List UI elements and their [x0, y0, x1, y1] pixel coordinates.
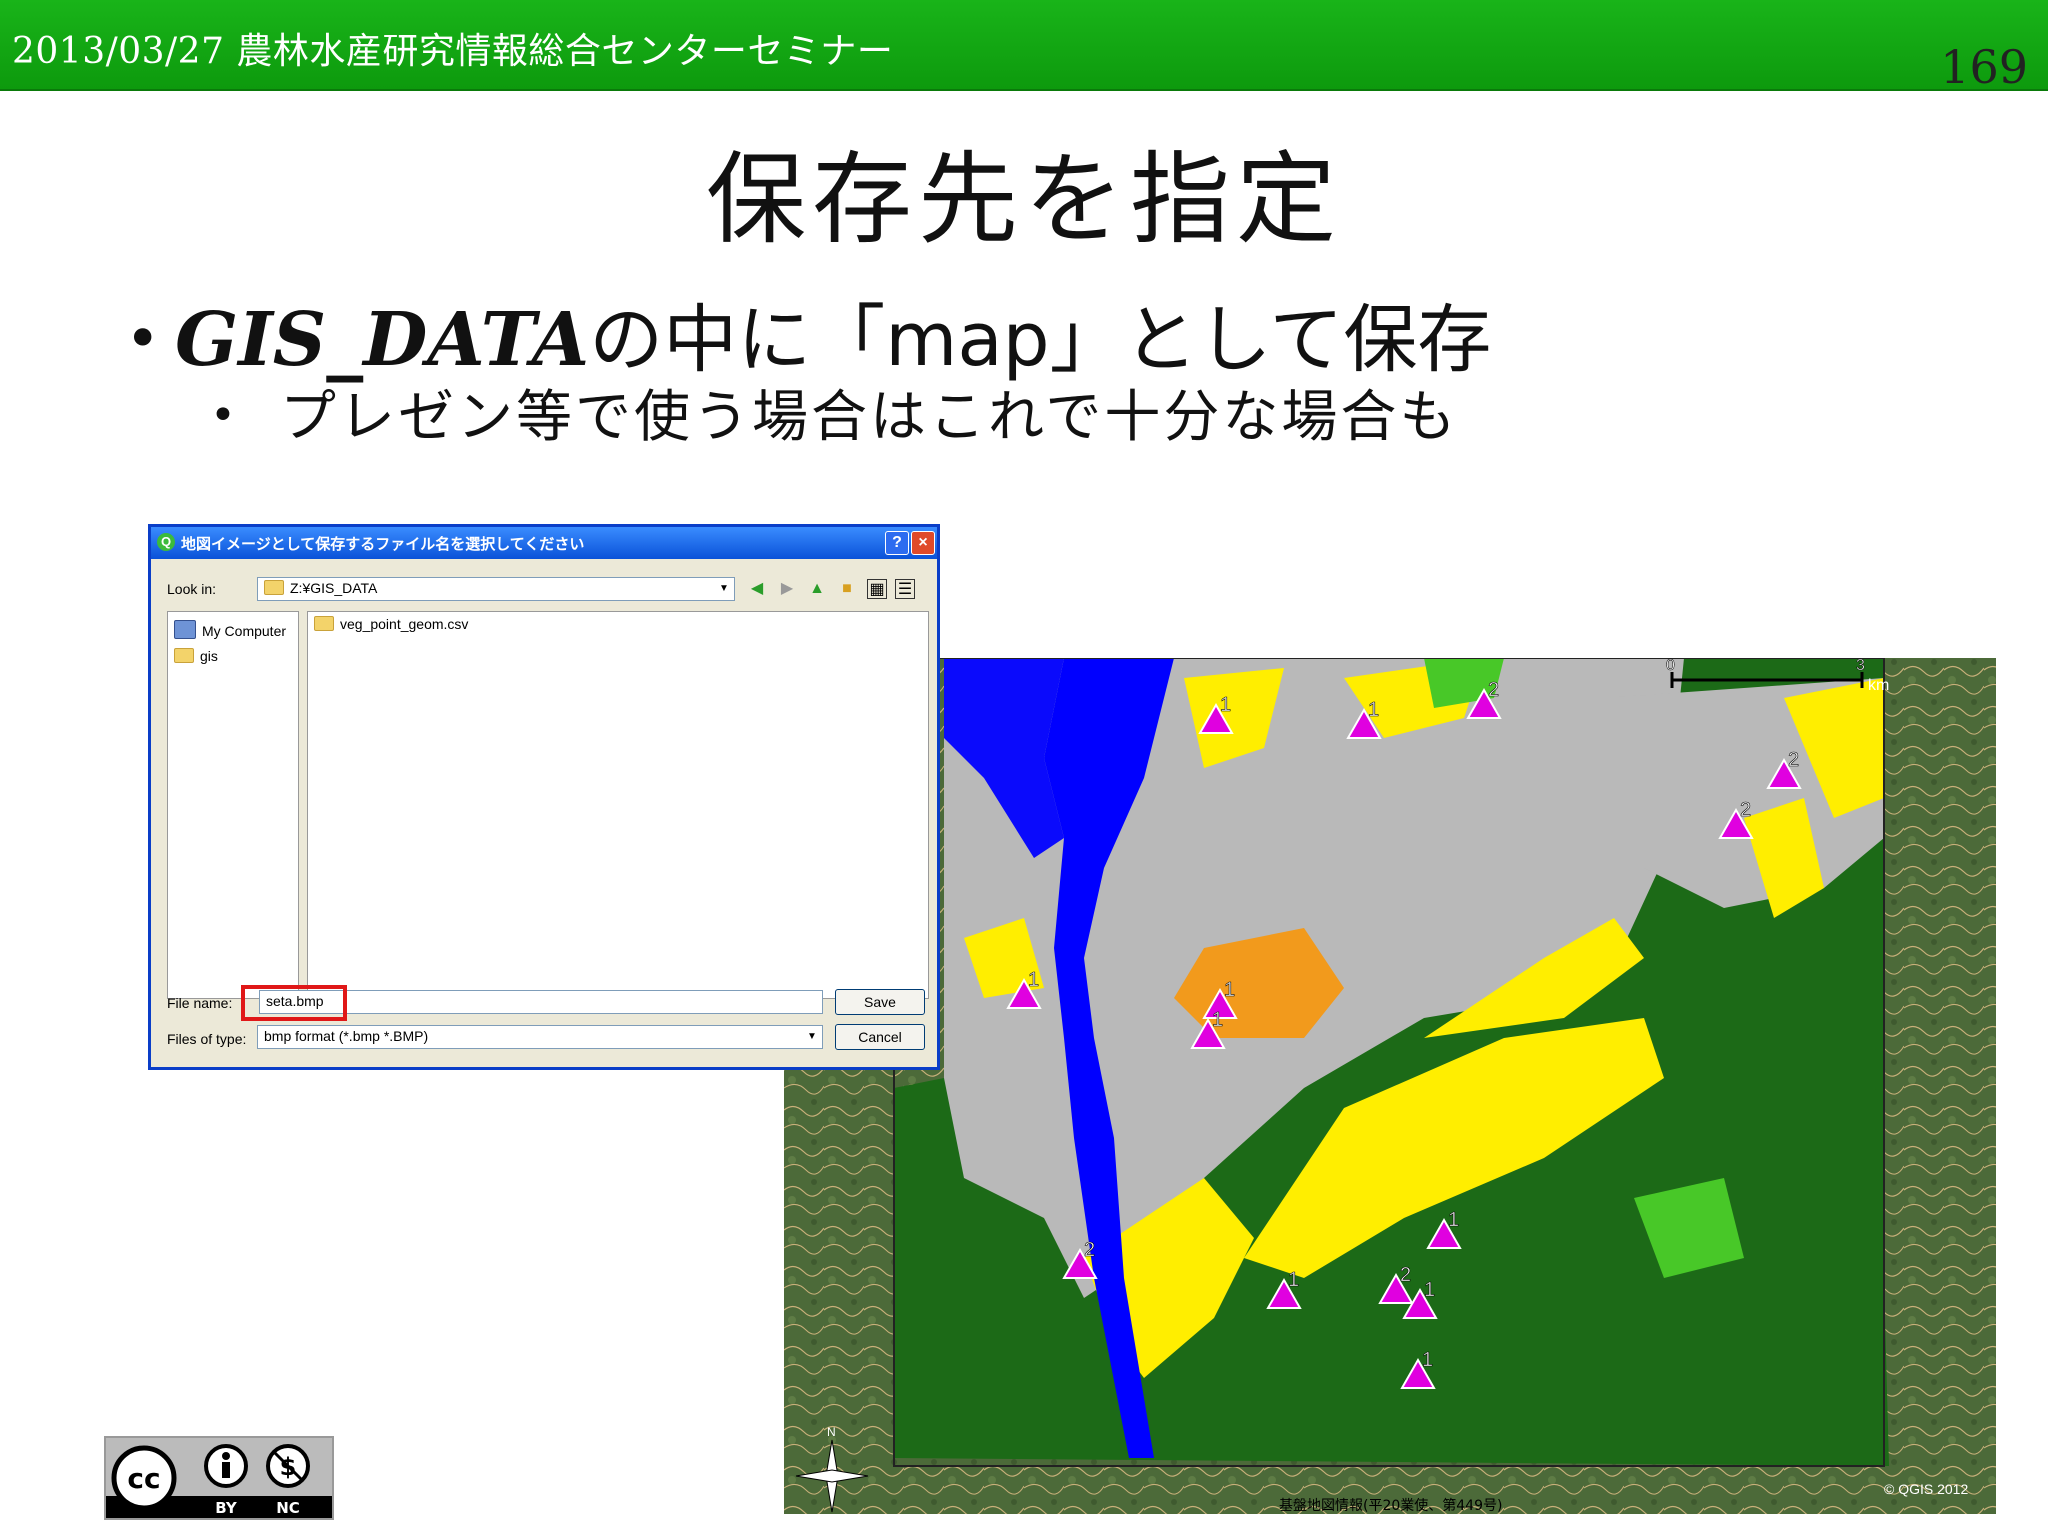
file-item-label: veg_point_geom.csv	[340, 616, 469, 632]
file-type-value: bmp format (*.bmp *.BMP)	[264, 1028, 429, 1044]
cc-license-badge: cc $ BY NC	[104, 1436, 334, 1520]
marker-label: 1	[1424, 1279, 1435, 1301]
dialog-titlebar: Q 地図イメージとして保存するファイル名を選択してください ? ×	[151, 527, 937, 559]
by-label: BY	[215, 1499, 238, 1517]
marker-label: 1	[1224, 979, 1235, 1001]
place-label: gis	[200, 648, 218, 664]
marker-label: 2	[1788, 749, 1799, 771]
marker-label: 1	[1288, 1269, 1299, 1291]
save-button[interactable]: Save	[835, 989, 925, 1015]
bullet-main-text: の中に「map」として保存	[589, 297, 1492, 383]
marker-label: 2	[1488, 679, 1499, 701]
bullet-main: • GIS_DATAの中に「map」として保存	[125, 280, 1491, 387]
marker-label: 2	[1084, 1239, 1095, 1261]
scale-start: 0	[1666, 658, 1675, 674]
page-number: 169	[1940, 40, 2028, 94]
back-icon[interactable]: ◀	[747, 579, 767, 599]
place-gis[interactable]: gis	[174, 648, 218, 664]
bullet-sub: • プレゼン等で使う場合はこれで十分な場合も	[210, 372, 1458, 453]
nc-label: NC	[276, 1499, 300, 1517]
highlight-box	[241, 985, 347, 1021]
look-in-label: Look in:	[167, 581, 217, 597]
folder-icon	[264, 580, 284, 595]
bullet-main-gothic: GIS_DATA	[175, 297, 590, 383]
up-folder-icon[interactable]: ▲	[807, 579, 827, 599]
marker-label: 1	[1368, 699, 1379, 721]
new-folder-icon[interactable]: ■	[837, 579, 857, 599]
place-label: My Computer	[202, 623, 287, 639]
file-type-combo[interactable]: bmp format (*.bmp *.BMP) ▼	[257, 1025, 823, 1049]
file-item[interactable]: veg_point_geom.csv	[314, 616, 468, 632]
cancel-button[interactable]: Cancel	[835, 1024, 925, 1050]
qgis-icon: Q	[157, 533, 175, 551]
marker-label: 2	[1400, 1264, 1411, 1286]
look-in-value: Z:¥GIS_DATA	[290, 580, 378, 596]
marker-label: 1	[1422, 1349, 1433, 1371]
folder-icon	[174, 648, 194, 663]
bullet-dot: •	[125, 304, 161, 374]
chevron-down-icon: ▼	[807, 1031, 817, 1042]
marker-label: 1	[1448, 1209, 1459, 1231]
place-my-computer[interactable]: My Computer	[174, 620, 286, 639]
folder-icon	[314, 616, 334, 631]
save-dialog: Q 地図イメージとして保存するファイル名を選択してください ? × Look i…	[148, 524, 940, 1070]
detail-view-icon[interactable]: ☰	[895, 579, 915, 599]
file-name-label: File name:	[167, 995, 233, 1011]
map-screenshot: 0 3 km 1 1 2 2 2 1 1 1 2 1 1 2 1 1 N 基盤地…	[784, 658, 1996, 1514]
marker-label: 1	[1028, 969, 1039, 991]
bullet-dot: •	[210, 390, 239, 441]
look-in-combo[interactable]: Z:¥GIS_DATA ▼	[257, 577, 735, 601]
forward-icon[interactable]: ▶	[777, 579, 797, 599]
cc-label: cc	[127, 1462, 160, 1495]
computer-icon	[174, 620, 196, 639]
chevron-down-icon: ▼	[719, 583, 729, 594]
north-label: N	[827, 1425, 836, 1439]
close-button[interactable]: ×	[911, 531, 935, 555]
map-credit: 基盤地図情報(平20業使、第449号)	[1279, 1497, 1502, 1514]
slide-header: 2013/03/27 農林水産研究情報総合センターセミナー	[0, 0, 2048, 91]
header-date-event: 2013/03/27 農林水産研究情報総合センターセミナー	[12, 31, 894, 72]
dialog-title: 地図イメージとして保存するファイル名を選択してください	[181, 536, 585, 553]
list-view-icon[interactable]: ▦	[867, 579, 887, 599]
bullet-sub-text: プレゼン等で使う場合はこれで十分な場合も	[280, 385, 1459, 450]
marker-label: 2	[1740, 799, 1751, 821]
cc-license-icon: cc $ BY NC	[106, 1438, 332, 1518]
map-copyright: © QGIS 2012	[1884, 1481, 1968, 1497]
marker-label: 1	[1220, 694, 1231, 716]
marker-label: 1	[1212, 1009, 1223, 1031]
help-button[interactable]: ?	[885, 531, 909, 555]
slide-title: 保存先を指定	[706, 141, 1342, 258]
land-use-map: 0 3 km 1 1 2 2 2 1 1 1 2 1 1 2 1 1 N 基盤地…	[784, 658, 1996, 1514]
places-sidebar: My Computer gis	[167, 611, 299, 999]
scale-unit: km	[1868, 677, 1889, 694]
file-type-label: Files of type:	[167, 1031, 247, 1047]
file-list: veg_point_geom.csv	[307, 611, 929, 999]
scale-end: 3	[1856, 658, 1865, 674]
